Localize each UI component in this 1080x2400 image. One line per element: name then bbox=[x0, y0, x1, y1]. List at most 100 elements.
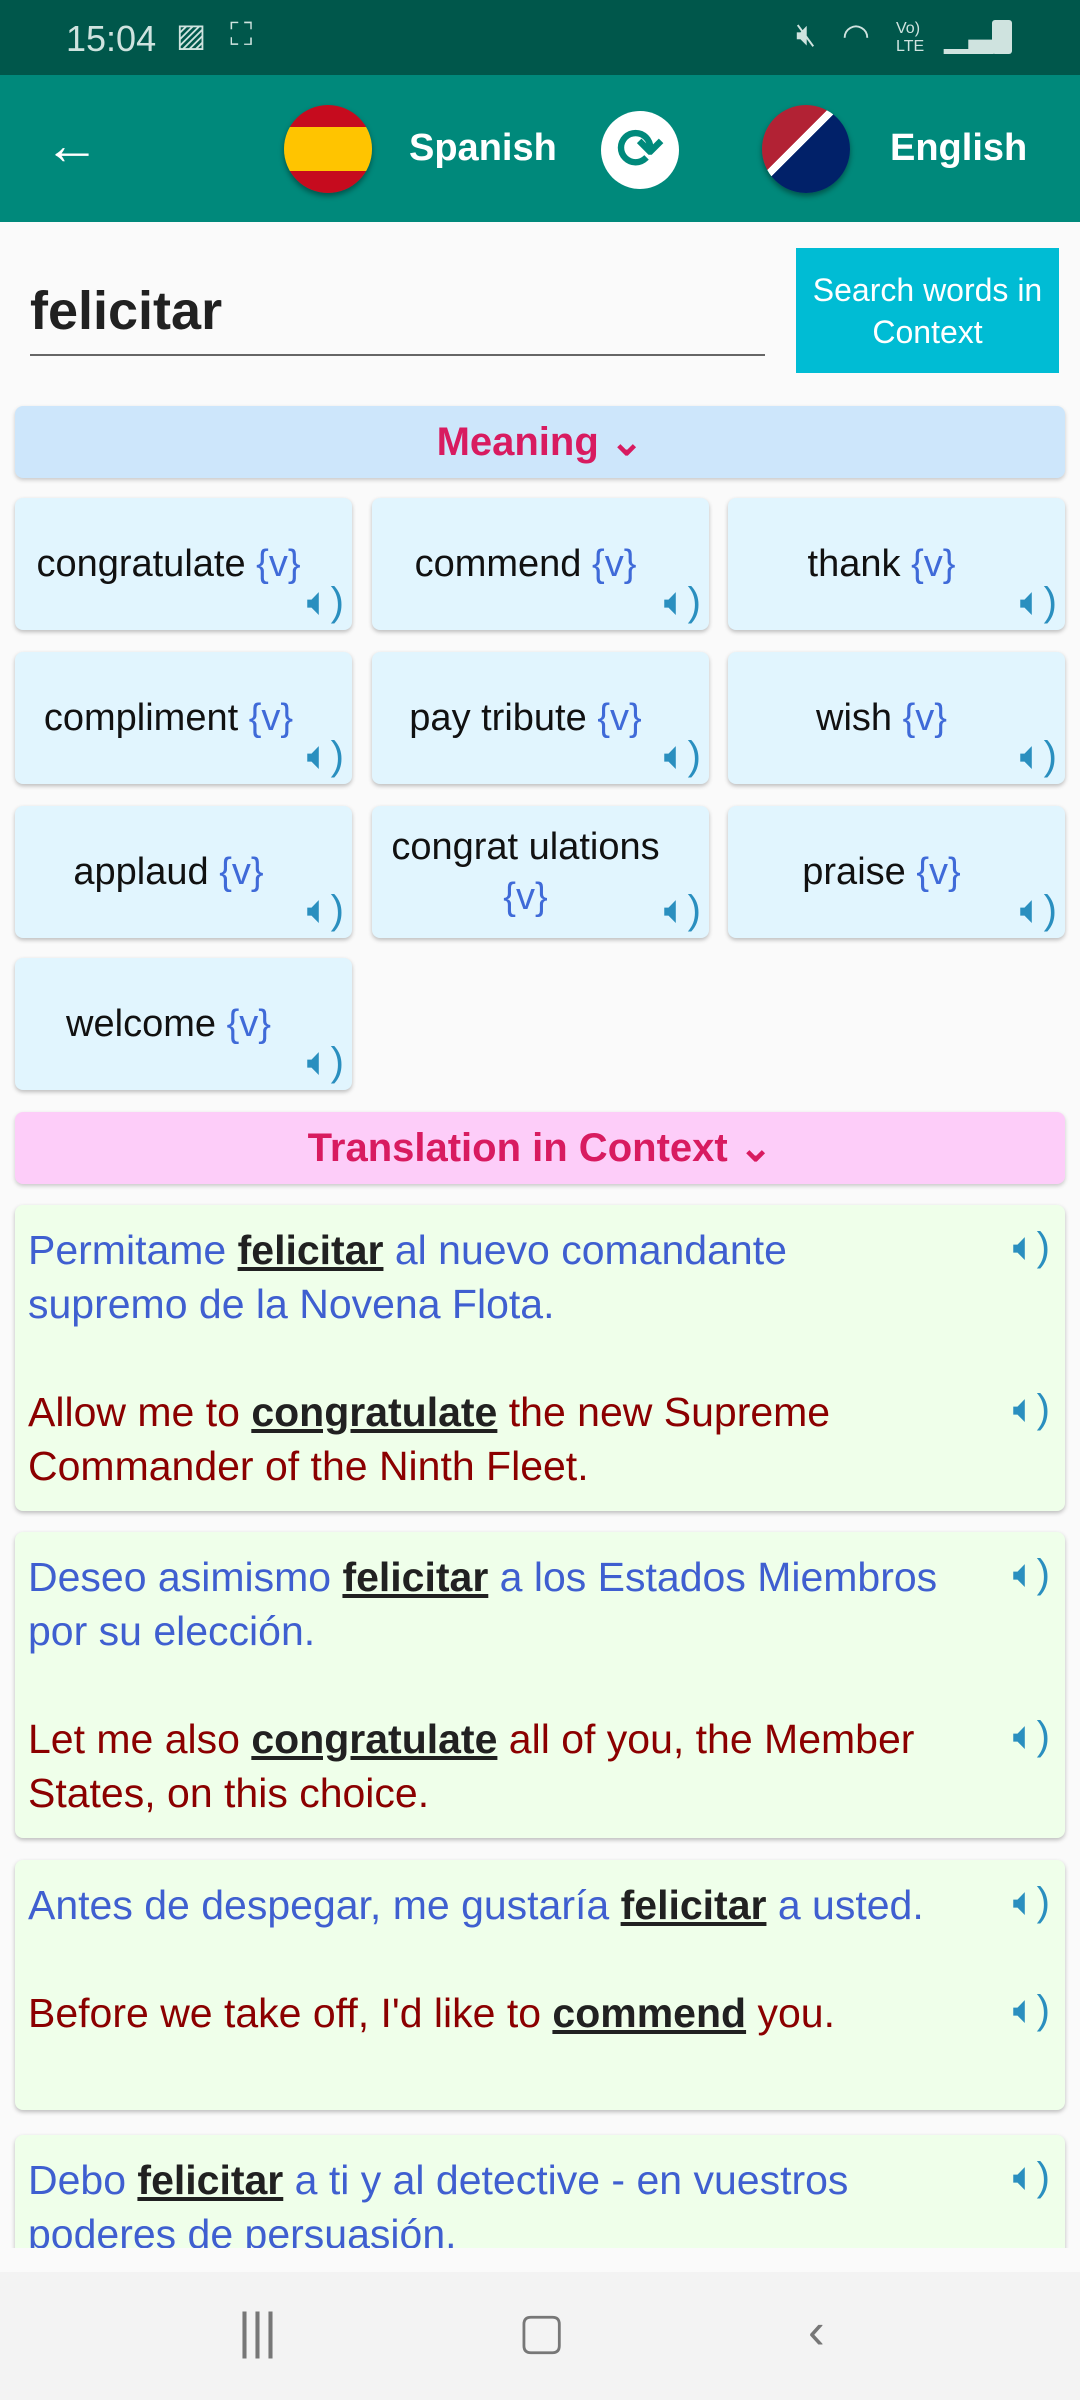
meaning-text: welcome {v} bbox=[66, 999, 271, 1049]
speaker-icon[interactable]: 🔈︎) bbox=[307, 582, 344, 622]
screen-record-icon: ⛶ bbox=[230, 16, 253, 52]
meaning-word: thank bbox=[807, 543, 901, 585]
highlighted-word: congratulate bbox=[251, 1716, 498, 1762]
nav-back-icon[interactable]: ‹ bbox=[808, 2302, 825, 2360]
speaker-icon[interactable]: 🔈︎) bbox=[1013, 2157, 1050, 2197]
speaker-icon[interactable]: 🔈︎) bbox=[307, 1042, 344, 1082]
meaning-card[interactable]: congrat ulations {v} 🔈︎) bbox=[372, 806, 709, 938]
english-sentence: Let me also congratulate all of you, the… bbox=[28, 1712, 1050, 1820]
highlighted-word: commend bbox=[552, 1990, 747, 2036]
speaker-icon[interactable]: 🔈︎) bbox=[1013, 1990, 1050, 2030]
meaning-word: congrat ulations bbox=[391, 826, 660, 868]
part-of-speech: {v} bbox=[256, 543, 301, 585]
meaning-card[interactable]: compliment {v} 🔈︎) bbox=[15, 652, 352, 784]
navigation-bar: ||| ▢ ‹ bbox=[0, 2272, 1080, 2400]
speaker-icon[interactable]: 🔈︎) bbox=[664, 582, 701, 622]
meaning-word: applaud bbox=[73, 851, 209, 893]
speaker-icon[interactable]: 🔈︎) bbox=[307, 736, 344, 776]
speaker-icon[interactable]: 🔈︎) bbox=[1020, 582, 1057, 622]
speaker-icon[interactable]: 🔈︎) bbox=[664, 736, 701, 776]
status-time: 15:04 bbox=[66, 18, 157, 59]
results[interactable]: Meaning ⌄ congratulate {v} 🔈︎) commend {v}… bbox=[0, 390, 1080, 2248]
speaker-icon[interactable]: 🔈︎) bbox=[1013, 1227, 1050, 1267]
sentence-part: Permitame bbox=[28, 1227, 238, 1273]
search-in-context-button[interactable]: Search words in Context bbox=[796, 248, 1059, 373]
context-header[interactable]: Translation in Context ⌄ bbox=[15, 1112, 1065, 1184]
part-of-speech: {v} bbox=[916, 851, 961, 893]
highlighted-word: felicitar bbox=[237, 1227, 384, 1273]
speaker-icon[interactable]: 🔈︎) bbox=[1013, 1882, 1050, 1922]
back-arrow-icon[interactable]: ← bbox=[44, 115, 100, 175]
part-of-speech: {v} bbox=[226, 1003, 271, 1045]
meaning-word: congratulate bbox=[36, 543, 246, 585]
context-title: Translation in Context bbox=[307, 1126, 728, 1170]
wifi-icon: ◠ bbox=[842, 17, 870, 53]
meaning-text: commend {v} bbox=[415, 539, 637, 589]
source-language[interactable]: Spanish bbox=[409, 127, 557, 170]
search-input[interactable]: felicitar bbox=[30, 250, 765, 356]
us-uk-flag-icon[interactable] bbox=[762, 105, 850, 193]
context-card: Antes de despegar, me gustaría felicitar… bbox=[15, 1860, 1065, 2110]
part-of-speech: {v} bbox=[219, 851, 264, 893]
swap-icon[interactable]: ⟳ bbox=[601, 111, 679, 189]
meaning-card[interactable]: wish {v} 🔈︎) bbox=[728, 652, 1065, 784]
speaker-icon[interactable]: 🔈︎) bbox=[1013, 1554, 1050, 1594]
meaning-card[interactable]: commend {v} 🔈︎) bbox=[372, 498, 709, 630]
meaning-card[interactable]: thank {v} 🔈︎) bbox=[728, 498, 1065, 630]
english-sentence: Allow me to congratulate the new Supreme… bbox=[28, 1385, 1050, 1493]
context-card: Permitame felicitar al nuevo comandante … bbox=[15, 1205, 1065, 1511]
spanish-sentence: Permitame felicitar al nuevo comandante … bbox=[28, 1223, 1050, 1331]
meaning-card[interactable]: pay tribute {v} 🔈︎) bbox=[372, 652, 709, 784]
chevron-down-icon: ⌄ bbox=[609, 420, 644, 464]
app-bar: ← Spanish ⟳ English bbox=[0, 75, 1080, 222]
meaning-card[interactable]: applaud {v} 🔈︎) bbox=[15, 806, 352, 938]
part-of-speech: {v} bbox=[902, 697, 947, 739]
sentence-part: Let me also bbox=[28, 1716, 252, 1762]
meaning-title: Meaning bbox=[436, 420, 599, 464]
meaning-word: compliment bbox=[43, 697, 239, 739]
sentence-part: Deseo asimismo bbox=[28, 1554, 343, 1600]
meaning-word: commend bbox=[414, 543, 582, 585]
context-card: Debo felicitar a ti y al detective - en … bbox=[15, 2135, 1065, 2248]
battery-icon bbox=[992, 20, 1012, 54]
meaning-text: applaud {v} bbox=[73, 847, 263, 897]
part-of-speech: {v} bbox=[592, 543, 637, 585]
sentence-part: Before we take off, I'd like to bbox=[28, 1990, 553, 2036]
meaning-text: wish {v} bbox=[816, 693, 947, 743]
sentence-part: a usted. bbox=[766, 1882, 924, 1928]
speaker-icon[interactable]: 🔈︎) bbox=[1013, 1389, 1050, 1429]
context-card: Deseo asimismo felicitar a los Estados M… bbox=[15, 1532, 1065, 1838]
meaning-word: welcome bbox=[66, 1003, 216, 1045]
part-of-speech: {v} bbox=[597, 697, 642, 739]
sentence-part: Debo bbox=[28, 2157, 138, 2203]
meaning-text: pay tribute {v} bbox=[409, 693, 641, 743]
spanish-sentence: Antes de despegar, me gustaría felicitar… bbox=[28, 1878, 1050, 1932]
meaning-card[interactable]: praise {v} 🔈︎) bbox=[728, 806, 1065, 938]
meaning-text: compliment {v} bbox=[44, 693, 293, 743]
meaning-header[interactable]: Meaning ⌄ bbox=[15, 406, 1065, 478]
spain-flag-icon[interactable] bbox=[284, 105, 372, 193]
speaker-icon[interactable]: 🔈︎) bbox=[1013, 1716, 1050, 1756]
speaker-icon[interactable]: 🔈︎) bbox=[307, 890, 344, 930]
highlighted-word: felicitar bbox=[620, 1882, 767, 1928]
highlighted-word: felicitar bbox=[137, 2157, 284, 2203]
sentence-part: you. bbox=[746, 1990, 835, 2036]
english-sentence: Before we take off, I'd like to commend … bbox=[28, 1986, 1050, 2040]
meaning-word: wish bbox=[816, 697, 893, 739]
highlighted-word: felicitar bbox=[342, 1554, 489, 1600]
speaker-icon[interactable]: 🔈︎) bbox=[664, 890, 701, 930]
sentence-part: Antes de despegar, me gustaría bbox=[28, 1882, 621, 1928]
recent-apps-icon[interactable]: ||| bbox=[238, 2302, 277, 2360]
image-icon: ▨ bbox=[176, 17, 207, 53]
target-language[interactable]: English bbox=[890, 127, 1027, 170]
speaker-icon[interactable]: 🔈︎) bbox=[1020, 736, 1057, 776]
meaning-card[interactable]: welcome {v} 🔈︎) bbox=[15, 958, 352, 1090]
mute-icon: 🔇︎ bbox=[796, 16, 817, 52]
home-icon[interactable]: ▢ bbox=[518, 2302, 565, 2360]
volte-icon: Vo) LTE bbox=[896, 20, 925, 55]
speaker-icon[interactable]: 🔈︎) bbox=[1020, 890, 1057, 930]
signal-icon: ▁▃ bbox=[944, 17, 994, 53]
part-of-speech: {v} bbox=[503, 876, 548, 918]
part-of-speech: {v} bbox=[248, 697, 294, 739]
meaning-card[interactable]: congratulate {v} 🔈︎) bbox=[15, 498, 352, 630]
